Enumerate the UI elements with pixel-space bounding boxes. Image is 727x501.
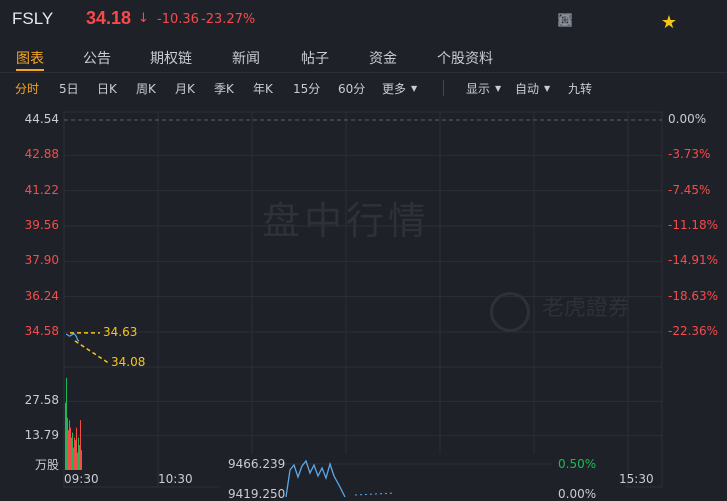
- more-dropdown[interactable]: 更多 ▼: [382, 80, 417, 97]
- header-icons: ★: [557, 12, 679, 33]
- volume-bar: [69, 420, 70, 470]
- volume-bar: [77, 452, 78, 470]
- volume-bar: [68, 430, 69, 470]
- price-change-percent: -23.27%: [201, 12, 256, 27]
- y-left-tick: 41.22: [24, 182, 59, 197]
- last-price: 34.18: [86, 8, 132, 28]
- y-left-tick: 42.88: [24, 147, 59, 162]
- y-right-tick: -18.63%: [668, 288, 719, 303]
- chevron-down-icon: ▼: [544, 84, 551, 93]
- chevron-down-icon: ▼: [411, 84, 418, 93]
- volume-bar: [71, 437, 72, 470]
- tab-profile[interactable]: 个股资料: [437, 48, 493, 68]
- volume-bar: [66, 377, 67, 470]
- volume-bar: [75, 440, 76, 470]
- nine-turn-button[interactable]: 九转: [568, 80, 592, 97]
- display-dropdown[interactable]: 显示 ▼: [466, 80, 501, 97]
- ticker-symbol: FSLY: [12, 9, 54, 28]
- y-right-tick: -14.91%: [668, 253, 719, 268]
- volume-bar: [65, 402, 66, 470]
- x-tick: 09:30: [64, 472, 99, 486]
- grid-icon[interactable]: [558, 12, 645, 32]
- tab-capital[interactable]: 资金: [369, 48, 397, 68]
- tab-news[interactable]: 新闻: [232, 48, 260, 68]
- tab-chart[interactable]: 图表: [16, 48, 44, 68]
- index-right-tick: 0.50%: [558, 457, 597, 471]
- quote-header: FSLY 34.18 ↓ -10.36 -23.27% ★: [0, 0, 727, 40]
- period-monthly[interactable]: 月K: [175, 80, 195, 97]
- volume-bar: [76, 427, 77, 470]
- display-label: 显示: [466, 82, 491, 96]
- x-tick: 10:30: [158, 472, 193, 486]
- price-change: -10.36: [157, 12, 199, 27]
- volume-tick: 13.79: [24, 427, 59, 442]
- x-tick: 15:30: [619, 472, 654, 486]
- index-y-tick: 9419.250: [228, 487, 286, 501]
- index-right-tick: 0.00%: [558, 487, 597, 501]
- chart-canvas: [63, 111, 663, 497]
- toolbar-divider: [443, 80, 444, 96]
- volume-bar: [70, 427, 71, 470]
- period-quarterly[interactable]: 季K: [214, 80, 234, 97]
- y-right-tick: -3.73%: [668, 147, 711, 162]
- tab-announcements[interactable]: 公告: [83, 48, 111, 68]
- y-left-tick: 39.56: [24, 218, 59, 232]
- bell-icon[interactable]: [558, 12, 611, 32]
- period-yearly[interactable]: 年K: [253, 80, 273, 97]
- volume-bar: [74, 437, 75, 470]
- volume-tick: 27.58: [24, 393, 59, 408]
- tab-posts[interactable]: 帖子: [301, 48, 329, 68]
- volume-bar: [67, 417, 68, 470]
- volume-unit-label: 万股: [34, 458, 59, 472]
- main-tabs: 图表 公告 期权链 新闻 帖子 资金 个股资料: [0, 40, 727, 73]
- period-intraday[interactable]: 分时: [15, 80, 39, 97]
- more-label: 更多: [382, 82, 407, 96]
- period-weekly[interactable]: 周K: [136, 80, 156, 97]
- y-right-tick: -22.36%: [668, 324, 719, 338]
- tab-options-chain[interactable]: 期权链: [150, 48, 192, 68]
- low-annotation-label: 34.08: [111, 354, 146, 369]
- chart-toolbar: 分时 5日 日K 周K 月K 季K 年K 15分 60分 更多 ▼ 显示 ▼ 自动 ▼…: [0, 74, 727, 102]
- auto-dropdown[interactable]: 自动 ▼: [515, 80, 550, 97]
- period-daily[interactable]: 日K: [97, 80, 117, 97]
- y-left-tick: 34.58: [24, 324, 59, 338]
- plot-frame: [63, 111, 663, 488]
- y-right-tick: 0.00%: [668, 112, 707, 126]
- high-annotation-label: 34.63: [103, 324, 138, 339]
- volume-bar: [81, 450, 82, 470]
- star-icon[interactable]: ★: [659, 12, 679, 33]
- index-y-tick: 9466.239: [228, 457, 286, 471]
- y-left-tick: 36.24: [24, 288, 59, 303]
- volume-bar: [78, 437, 79, 470]
- low-annotation-line: [74, 340, 109, 364]
- active-tab-indicator: [16, 69, 44, 71]
- volume-bar: [79, 445, 80, 470]
- auto-label: 自动: [515, 82, 540, 96]
- volume-bar: [72, 432, 73, 470]
- period-5day[interactable]: 5日: [59, 80, 79, 97]
- intraday-chart[interactable]: 盘中行情 老虎證券 44.54 42.88 41.22 39.56 37.90 36.24…: [0, 104, 727, 501]
- y-left-tick: 37.90: [24, 253, 59, 268]
- price-line: [65, 332, 80, 342]
- down-arrow-icon: ↓: [138, 11, 149, 26]
- y-right-tick: -7.45%: [668, 182, 711, 197]
- volume-bar: [73, 447, 74, 470]
- period-15min[interactable]: 15分: [293, 80, 320, 97]
- period-60min[interactable]: 60分: [338, 80, 365, 97]
- chevron-down-icon: ▼: [495, 84, 502, 93]
- y-left-tick: 44.54: [24, 112, 59, 126]
- volume-bar: [80, 420, 81, 470]
- y-right-tick: -11.18%: [668, 218, 719, 232]
